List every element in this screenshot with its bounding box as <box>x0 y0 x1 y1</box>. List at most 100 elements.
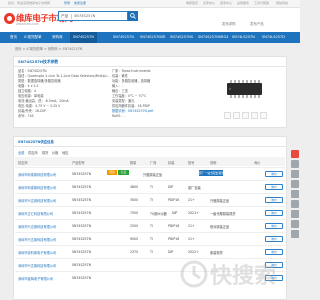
inquiry-button[interactable]: 询价 <box>265 171 283 177</box>
post-request-link[interactable]: 发布求购 <box>222 21 236 26</box>
thumbnail[interactable] <box>224 112 231 119</box>
col-inquiry: 询价 <box>254 161 261 165</box>
inquiry-button[interactable]: 询价 <box>265 223 283 229</box>
thumbnail[interactable] <box>251 112 258 119</box>
inquiry-button[interactable]: 询价 <box>265 197 283 203</box>
nav-model-link[interactable]: SN74LS257D <box>262 32 285 43</box>
package-cell: DIP <box>168 185 174 189</box>
login-link[interactable]: 登录 <box>64 1 70 6</box>
back-to-top-icon[interactable] <box>291 230 299 238</box>
top-link-sitemap[interactable]: 网站导航 <box>276 1 288 6</box>
thumbnail[interactable] <box>242 112 249 119</box>
nav-model-link[interactable]: SN74S257N <box>113 32 134 43</box>
verified-badge: 认证 <box>118 170 129 175</box>
nav-ic-spot[interactable]: IC现货配单 <box>24 32 41 43</box>
package-cell: DIP <box>172 211 178 215</box>
inquiry-button[interactable]: 询价 <box>265 236 283 242</box>
top-link-seller[interactable]: 卖家中心 <box>220 1 232 6</box>
col-package: 封装 <box>168 161 175 165</box>
filter-stock[interactable]: 现货 <box>42 150 48 155</box>
qq-icon[interactable] <box>291 170 299 178</box>
stock-badge: 现货 <box>107 170 117 175</box>
note-cell: 绝对原装正品 <box>210 225 230 229</box>
supplier-name[interactable]: 深圳市赛科普电子有限公司 <box>18 250 56 255</box>
cart-icon[interactable] <box>291 150 299 158</box>
model-cell[interactable]: SN74S257N <box>72 237 91 241</box>
top-link-help[interactable]: 工具与帮助 <box>254 1 269 6</box>
feedback-icon[interactable] <box>291 200 299 208</box>
top-bar: 您好，欢迎来到维库电子市场网 登录 免费注册 维库首页 买家中心 卖家中心 采购… <box>0 0 300 8</box>
search-button[interactable] <box>128 11 138 21</box>
supplier-name[interactable]: 深圳市正汇科技有限公司 <box>18 211 53 216</box>
register-link[interactable]: 免费注册 <box>74 1 86 6</box>
supplier-name[interactable]: 深圳市兴达普科技有限公司 <box>18 237 56 242</box>
model-cell[interactable]: SN74S257N <box>72 224 91 228</box>
nav-home[interactable]: 首页 <box>10 32 17 43</box>
supplier-name[interactable]: 深圳市科泰普科技有限公司 <box>18 185 56 190</box>
wechat-icon[interactable] <box>291 190 299 198</box>
model-cell[interactable]: SN74S257N <box>72 172 91 176</box>
param-left: 电路：4 x 2:1 <box>18 84 39 88</box>
history-icon[interactable] <box>291 210 299 218</box>
supplier-name[interactable]: 深圳市科泰普科技有限公司 <box>18 172 56 177</box>
top-link-home[interactable]: 维库首页 <box>186 1 198 6</box>
search-icon <box>130 13 136 19</box>
model-cell[interactable]: SN74S257N <box>72 263 91 267</box>
qty-cell: 4800 <box>130 185 139 189</box>
favorite-icon[interactable] <box>291 220 299 228</box>
thumbnail[interactable] <box>260 112 267 119</box>
model-cell[interactable]: SN74S257N <box>72 250 91 254</box>
datasheet-link[interactable]: 数据手册：SN74S257N.pdf <box>112 109 153 113</box>
param-right: RoHS：- <box>112 114 125 118</box>
logo-icon[interactable] <box>4 13 15 24</box>
main-nav: 首页 IC现货配单 采购商 SN74S257N SN74S257N SN74S2… <box>0 32 300 43</box>
lot-cell: 2021+ <box>188 211 199 215</box>
note-cell: 只做原装正品 <box>143 173 163 177</box>
supplier-name[interactable]: 深圳市鑫辉电子有限公司 <box>18 276 53 281</box>
chat-icon[interactable] <box>291 160 299 168</box>
col-lot: 批号 <box>188 161 195 165</box>
maker-cell: TI/德州仪器 <box>150 212 167 216</box>
param-left: 类型：数据选择器/多路复用器 <box>18 79 61 83</box>
supplier-name[interactable]: 深圳市兴达普科技有限公司 <box>18 263 56 268</box>
model-cell[interactable]: SN74S257N <box>72 276 91 280</box>
phone-icon[interactable] <box>291 180 299 188</box>
model-cell[interactable]: SN74S257N <box>72 198 91 202</box>
search-type-select[interactable]: 产品 <box>61 13 68 20</box>
oem-service-button[interactable]: 原厂一站式配套服务 <box>199 170 224 176</box>
param-right: 供应商器件封装：16-PDIP <box>112 104 150 108</box>
col-model: 产品型号 <box>72 161 85 165</box>
note-cell: 一级代理原装现货 <box>210 212 236 216</box>
search-box[interactable]: 产品 SN74S257N <box>58 11 128 21</box>
col-qty: 数量 <box>130 161 137 165</box>
inquiry-button[interactable]: 询价 <box>265 210 283 216</box>
model-cell[interactable]: SN74S257N <box>72 185 91 189</box>
maker-cell: TI <box>150 185 153 189</box>
thumbnail[interactable] <box>233 112 240 119</box>
nav-buyers[interactable]: 采购商 <box>52 32 63 43</box>
filter-all[interactable]: 全部 <box>18 150 24 155</box>
nav-model-link[interactable]: SN74LS257N <box>232 32 255 43</box>
supplier-name[interactable]: 深圳市兴达普科技有限公司 <box>18 198 56 203</box>
nav-current-model[interactable]: SN74S257N <box>70 32 97 43</box>
filter-price[interactable]: 价格 <box>52 150 58 155</box>
filter-supplier[interactable]: 供应商 <box>28 150 38 155</box>
search-separator <box>71 14 72 19</box>
lot-cell: 21+ <box>188 198 195 202</box>
supplier-name[interactable]: 深圳市兴达普科技有限公司 <box>18 224 56 229</box>
filter-region[interactable]: 地区 <box>62 150 68 155</box>
nav-model-link[interactable]: SN74S257NSR <box>140 32 165 43</box>
post-product-link[interactable]: 发布产品 <box>250 21 264 26</box>
top-link-purchase[interactable]: 采购服务 <box>237 1 249 6</box>
param-right: 功能：多路复用器，选择器 <box>112 79 151 83</box>
table-row: 深圳市科泰普科技有限公司 SN74S257N 现货 认证 只做原装正品 原厂一站… <box>15 167 285 180</box>
divider <box>14 66 286 67</box>
nav-model-link[interactable]: SN74S257NS <box>170 32 193 43</box>
maker-cell: TI <box>150 198 153 202</box>
nav-model-link[interactable]: SN74S257NSRG4 <box>198 32 228 43</box>
search-input[interactable]: SN74S257N <box>74 13 95 20</box>
model-cell[interactable]: SN74S257N <box>72 211 91 215</box>
top-link-buyer[interactable]: 买家中心 <box>203 1 215 6</box>
param-left: 电流-输出高，低：-6.5mA，20mA <box>18 99 69 103</box>
inquiry-button[interactable]: 询价 <box>265 184 283 190</box>
